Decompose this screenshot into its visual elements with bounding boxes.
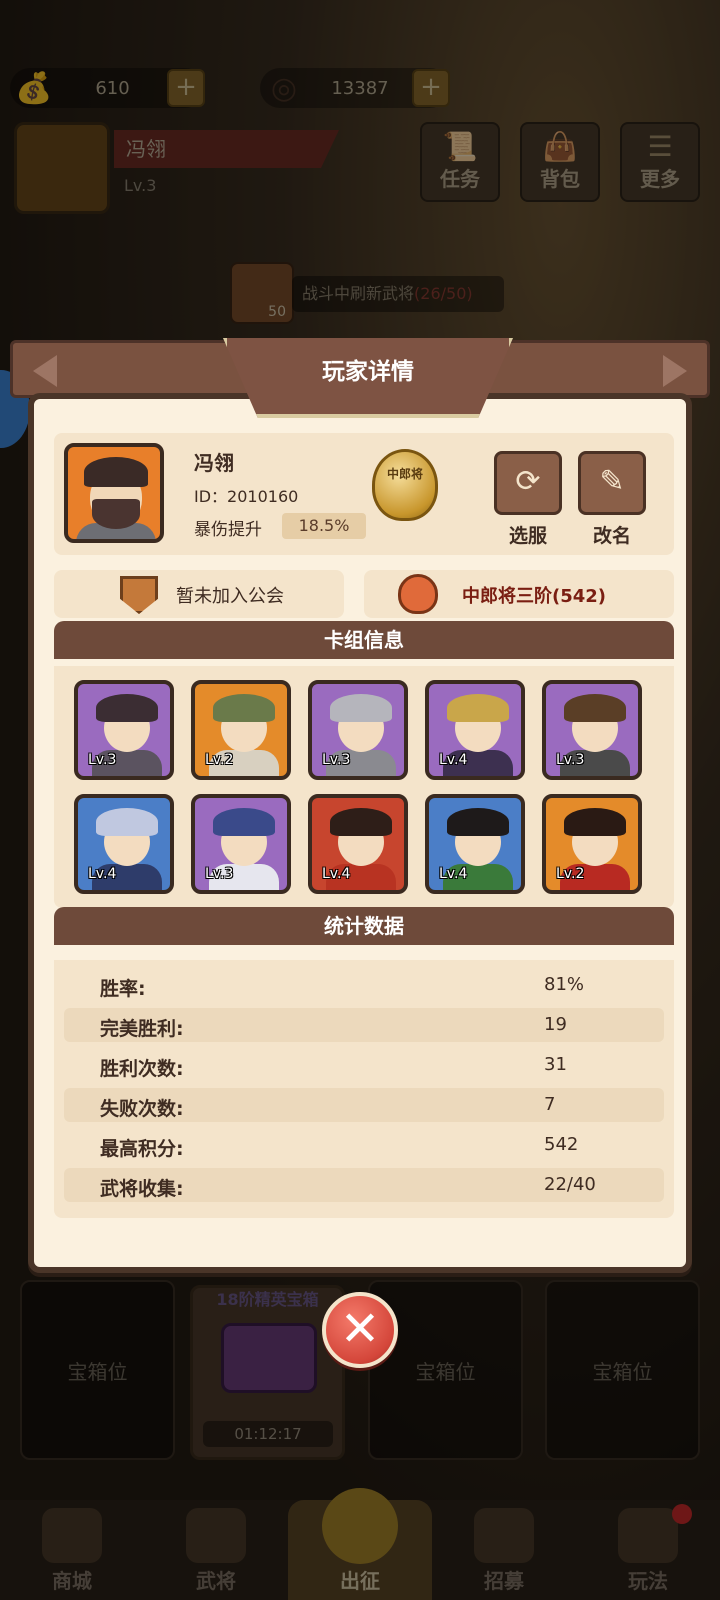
deck-grid: Lv.3 Lv.2 Lv.3 Lv.4 Lv.3 Lv.4 Lv.3 Lv.4 … xyxy=(54,666,674,908)
stat-row: 武将收集: 22/40 xyxy=(64,1168,664,1202)
stat-row: 最高积分: 542 xyxy=(64,1128,664,1162)
hero-card[interactable]: Lv.4 xyxy=(425,794,525,894)
hero-card[interactable]: Lv.4 xyxy=(74,794,174,894)
ribbon-left-arrow xyxy=(33,355,57,387)
pencil-icon: ✎ xyxy=(599,464,625,499)
stat-value: 31 xyxy=(544,1054,567,1075)
stat-label: 胜率: xyxy=(100,978,146,1000)
ribbon-right-arrow xyxy=(663,355,687,387)
stat-label: 武将收集: xyxy=(100,1178,184,1200)
guild-card[interactable]: 暂未加入公会 xyxy=(54,570,344,618)
hero-level: Lv.3 xyxy=(556,752,585,768)
close-button[interactable]: ✕ xyxy=(322,1292,398,1368)
hero-level: Lv.2 xyxy=(205,752,234,768)
player-detail-modal: 玩家详情 冯翎 ID：2010160 暴伤提升 18.5% 中郎将 ⟳ 选服 ✎… xyxy=(10,338,710,1278)
hero-card[interactable]: Lv.3 xyxy=(308,680,408,780)
hero-level: Lv.3 xyxy=(88,752,117,768)
hero-card[interactable]: Lv.2 xyxy=(542,794,642,894)
stat-label: 失败次数: xyxy=(100,1098,184,1120)
stat-label: 胜利次数: xyxy=(100,1058,184,1080)
crit-label: 暴伤提升 xyxy=(194,520,262,540)
crit-value: 18.5% xyxy=(282,513,366,539)
hero-card[interactable]: Lv.4 xyxy=(308,794,408,894)
stat-label: 完美胜利: xyxy=(100,1018,184,1040)
stat-row: 完美胜利: 19 xyxy=(64,1008,664,1042)
rank-badge-icon: 中郎将 xyxy=(372,449,438,521)
rename-button[interactable]: ✎ xyxy=(578,451,646,515)
rank-card[interactable]: 中郎将三阶(542) xyxy=(364,570,674,618)
hero-card[interactable]: Lv.3 xyxy=(191,794,291,894)
modal-title: 玩家详情 xyxy=(322,359,414,385)
refresh-icon: ⟳ xyxy=(515,464,541,499)
rank-badge-text: 中郎将 xyxy=(386,467,423,481)
stats-table: 胜率: 81% 完美胜利: 19 胜利次数: 31 失败次数: 7 最高积分: … xyxy=(54,960,674,1218)
hero-card[interactable]: Lv.3 xyxy=(542,680,642,780)
hero-level: Lv.3 xyxy=(205,866,234,882)
stat-value: 7 xyxy=(544,1094,556,1115)
stat-value: 81% xyxy=(544,974,585,995)
stat-row: 失败次数: 7 xyxy=(64,1088,664,1122)
rank-pouch-icon xyxy=(398,574,438,614)
hero-level: Lv.4 xyxy=(88,866,117,882)
hero-level: Lv.2 xyxy=(556,866,585,882)
guild-shield-icon xyxy=(120,576,158,614)
modal-title-plate: 玩家详情 xyxy=(223,338,513,418)
select-server-button[interactable]: ⟳ xyxy=(494,451,562,515)
rename-label: 改名 xyxy=(592,525,631,547)
select-server-label: 选服 xyxy=(508,525,547,547)
hero-card[interactable]: Lv.2 xyxy=(191,680,291,780)
stat-row: 胜利次数: 31 xyxy=(64,1048,664,1082)
guild-text: 暂未加入公会 xyxy=(176,586,284,607)
hero-level: Lv.4 xyxy=(322,866,351,882)
stat-value: 22/40 xyxy=(544,1174,596,1195)
profile-id: ID：2010160 xyxy=(194,487,299,506)
stat-row: 胜率: 81% xyxy=(64,968,664,1002)
stat-value: 542 xyxy=(544,1134,579,1155)
hero-level: Lv.4 xyxy=(439,752,468,768)
stats-header: 统计数据 xyxy=(54,907,674,945)
player-portrait xyxy=(64,443,164,543)
hero-card[interactable]: Lv.4 xyxy=(425,680,525,780)
stat-label: 最高积分: xyxy=(100,1138,184,1160)
stat-value: 19 xyxy=(544,1014,567,1035)
hero-level: Lv.3 xyxy=(322,752,351,768)
close-icon: ✕ xyxy=(339,1301,381,1357)
rank-text: 中郎将三阶(542) xyxy=(462,586,607,607)
profile-name: 冯翎 xyxy=(194,451,234,475)
profile-card: 冯翎 ID：2010160 暴伤提升 18.5% 中郎将 ⟳ 选服 ✎ 改名 xyxy=(54,433,674,555)
deck-header: 卡组信息 xyxy=(54,621,674,659)
hero-level: Lv.4 xyxy=(439,866,468,882)
hero-card[interactable]: Lv.3 xyxy=(74,680,174,780)
